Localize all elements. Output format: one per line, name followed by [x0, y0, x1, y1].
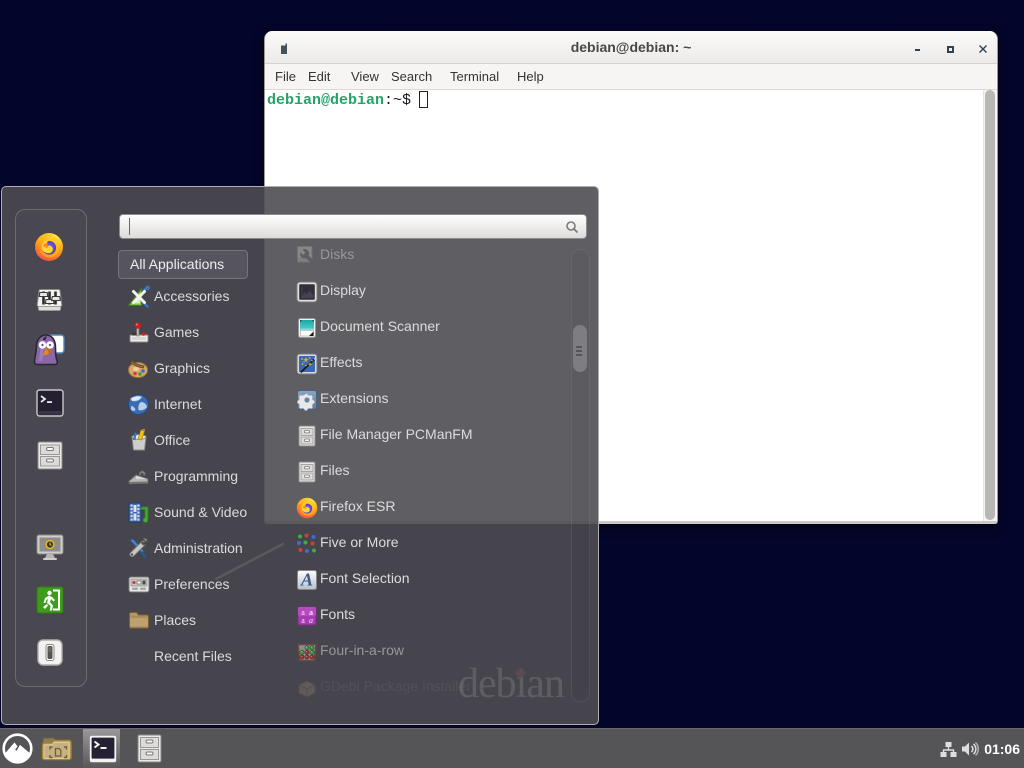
svg-text:a: a [301, 616, 305, 625]
svg-text:A: A [300, 570, 313, 590]
svg-text:a: a [309, 616, 313, 625]
